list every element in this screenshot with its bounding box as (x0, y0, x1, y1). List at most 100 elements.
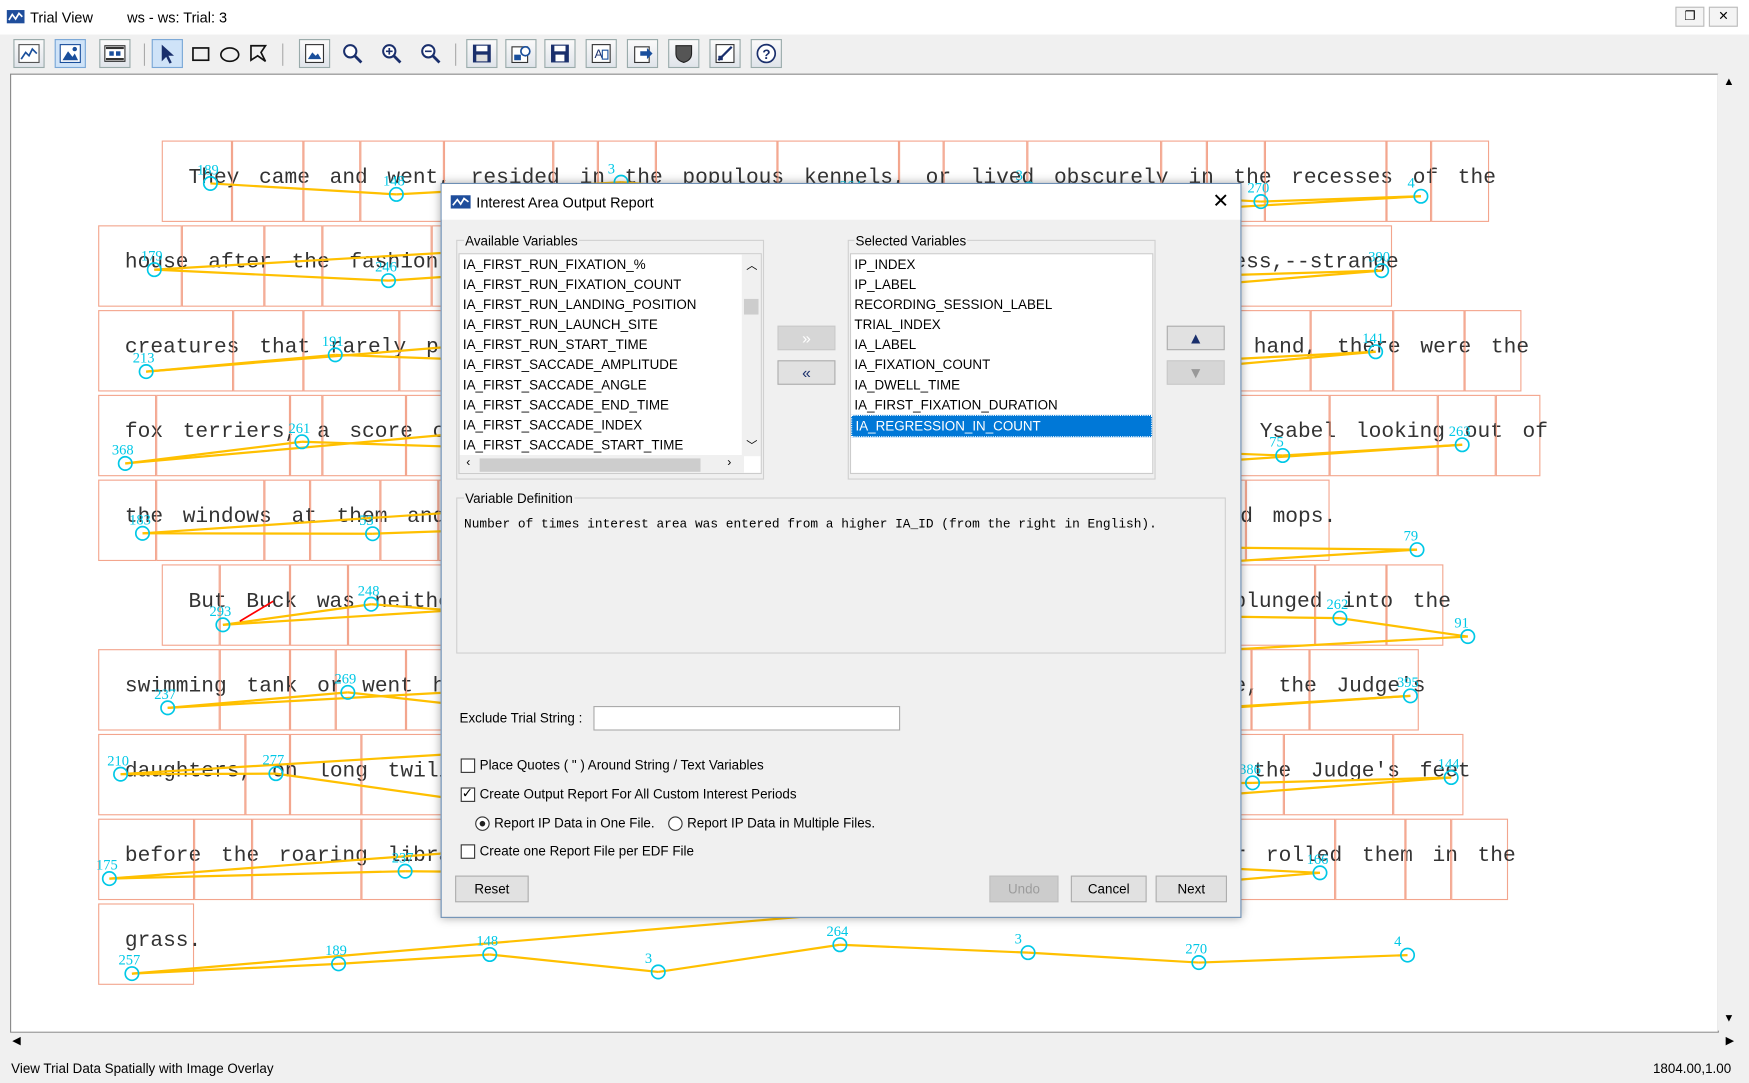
fixation-duration-label: 248 (358, 583, 380, 599)
trial-view-window: Trial View ws - ws: Trial: 3 ❐ ✕ A ? The… (0, 0, 1749, 1083)
selected-variable-item[interactable]: IP_INDEX (851, 254, 1152, 274)
text-segment-icon: A (591, 44, 611, 64)
place-quotes-checkbox[interactable] (460, 758, 476, 773)
scroll-right-icon[interactable]: › (727, 456, 731, 469)
dialog-close-icon[interactable]: ✕ (1212, 190, 1229, 213)
zoom-in-button[interactable] (376, 39, 407, 68)
trial-filter-button[interactable] (668, 39, 700, 69)
close-icon: ✕ (1718, 10, 1729, 24)
undo-button[interactable]: Undo (989, 875, 1059, 903)
remove-variable-button[interactable]: « (777, 360, 836, 385)
selected-variable-item[interactable]: IA_FIRST_FIXATION_DURATION (851, 395, 1152, 415)
rectangle-icon (192, 47, 210, 62)
animation-playback-view-button[interactable] (99, 39, 131, 69)
available-variable-item[interactable]: IA_FIRST_RUN_LANDING_POSITION (460, 294, 744, 314)
next-button[interactable]: Next (1155, 875, 1227, 903)
available-variable-item[interactable]: IA_FIRST_SACCADE_AMPLITUDE (460, 355, 744, 375)
custom-interest-periods-checkbox[interactable] (460, 785, 476, 802)
up-arrow-icon: ▲ (1188, 329, 1204, 347)
exclude-trial-string-input[interactable] (593, 706, 901, 731)
saccade-line (338, 953, 490, 965)
zoom-out-button[interactable] (415, 39, 446, 68)
ellipse-icon (220, 47, 240, 63)
ip-multiple-files-radio[interactable] (668, 816, 683, 831)
scroll-up-icon[interactable]: ▲ (1723, 76, 1734, 88)
selected-variable-item[interactable]: IP_LABEL (851, 274, 1152, 294)
save-interest-area-button[interactable] (466, 39, 498, 69)
close-button[interactable]: ✕ (1708, 6, 1738, 27)
available-variable-item[interactable]: IA_FIRST_SACCADE_START_TIME (460, 435, 744, 455)
fixation-duration-label: 148 (383, 173, 405, 189)
fixation-duration-label: 183 (129, 512, 151, 528)
move-down-button[interactable]: ▼ (1166, 360, 1225, 385)
per-edf-file-checkbox[interactable] (460, 844, 476, 859)
dialog-title: Interest Area Output Report (476, 194, 654, 211)
saccade-line (120, 772, 276, 776)
export-button[interactable] (626, 39, 659, 69)
available-list-vscrollbar[interactable]: ︿ ﹀ (741, 254, 761, 457)
load-interest-area-button[interactable] (505, 39, 537, 69)
available-list-hscrollbar[interactable]: ‹ › (459, 455, 744, 473)
fixation-duration-label: 191 (322, 334, 344, 350)
selected-variable-item[interactable]: IA_REGRESSION_IN_COUNT (851, 414, 1153, 438)
rectangle-tool-button[interactable] (185, 39, 216, 68)
move-up-button[interactable]: ▲ (1166, 325, 1225, 351)
fixation-duration-label: 270 (1185, 942, 1207, 958)
selected-variable-item[interactable]: IA_DWELL_TIME (851, 375, 1152, 395)
available-variables-list[interactable]: IA_FIRST_RUN_FIXATION_% IA_FIRST_RUN_FIXA… (458, 253, 762, 475)
save-image-button[interactable] (544, 39, 576, 69)
fixation-duration-label: 261 (289, 421, 311, 437)
available-variable-item[interactable]: IA_FIRST_SACCADE_END_TIME (460, 395, 744, 415)
scroll-thumb[interactable] (743, 298, 759, 315)
remove-arrow-icon: « (802, 363, 811, 382)
scroll-right-icon[interactable]: ▶ (1726, 1035, 1735, 1047)
available-variable-item[interactable]: IA_FIRST_SACCADE_INDEX (460, 415, 744, 435)
scroll-left-icon[interactable]: ◀ (12, 1035, 21, 1047)
freehand-tool-button[interactable] (243, 39, 274, 68)
toolbar-separator (282, 43, 284, 66)
scroll-down-icon[interactable]: ﹀ (746, 436, 757, 453)
ellipse-tool-button[interactable] (214, 39, 245, 68)
fixation-duration-label: 237 (392, 850, 414, 866)
scroll-left-icon[interactable]: ‹ (466, 456, 470, 469)
spatial-overlay-view-button[interactable] (54, 39, 86, 69)
selected-variable-item[interactable]: IA_LABEL (851, 335, 1152, 355)
export-icon (634, 46, 653, 64)
fixation-duration-label: 91 (1454, 616, 1469, 632)
fit-image-button[interactable] (298, 39, 331, 69)
horizontal-scrollbar[interactable]: ◀ ▶ (10, 1032, 1742, 1053)
arrow-pointer-icon (161, 44, 175, 64)
temporal-graph-view-button[interactable] (13, 39, 45, 69)
restore-icon: ❐ (1684, 10, 1696, 24)
preferences-button[interactable] (709, 39, 741, 69)
fixation-duration-label: 263 (1449, 424, 1471, 440)
scroll-thumb[interactable] (479, 458, 701, 472)
available-variable-item[interactable]: IA_FIRST_RUN_LAUNCH_SITE (460, 315, 744, 335)
available-variable-item[interactable]: IA_FIRST_RUN_START_TIME (460, 335, 744, 355)
restore-button[interactable]: ❐ (1675, 6, 1705, 27)
fixation-duration-label: 386 (1239, 762, 1261, 778)
cancel-button[interactable]: Cancel (1070, 875, 1147, 903)
fixation-duration-label: 3 (1016, 168, 1023, 184)
select-tool-button[interactable] (151, 39, 183, 69)
available-variable-item[interactable]: IA_FIRST_RUN_FIXATION_COUNT (460, 274, 744, 294)
reset-button[interactable]: Reset (455, 875, 529, 903)
saccade-line (1198, 953, 1408, 964)
selected-variable-item[interactable]: TRIAL_INDEX (851, 315, 1152, 335)
variable-definition-label: Variable Definition (464, 490, 574, 507)
fixation-duration-label: 166 (1307, 852, 1329, 868)
help-button[interactable]: ? (750, 39, 782, 69)
available-variable-item[interactable]: IA_FIRST_RUN_FIXATION_% (460, 254, 744, 274)
vertical-scrollbar[interactable]: ▲ ▼ (1717, 73, 1741, 1031)
selected-variable-item[interactable]: IA_FIXATION_COUNT (851, 355, 1152, 375)
selected-variables-list[interactable]: IP_INDEX IP_LABEL RECORDING_SESSION_LABEL T… (849, 253, 1154, 475)
available-variable-item[interactable]: IA_FIRST_SACCADE_ANGLE (460, 375, 744, 395)
zoom-button[interactable] (337, 39, 368, 68)
auto-segment-button[interactable]: A (585, 39, 617, 69)
scroll-up-icon[interactable]: ︿ (746, 255, 757, 272)
scroll-down-icon[interactable]: ▼ (1723, 1013, 1734, 1025)
ip-one-file-radio[interactable] (475, 816, 490, 831)
fixation-duration-label: 237 (154, 687, 176, 703)
add-variable-button[interactable]: » (777, 325, 836, 351)
selected-variable-item[interactable]: RECORDING_SESSION_LABEL (851, 294, 1152, 314)
